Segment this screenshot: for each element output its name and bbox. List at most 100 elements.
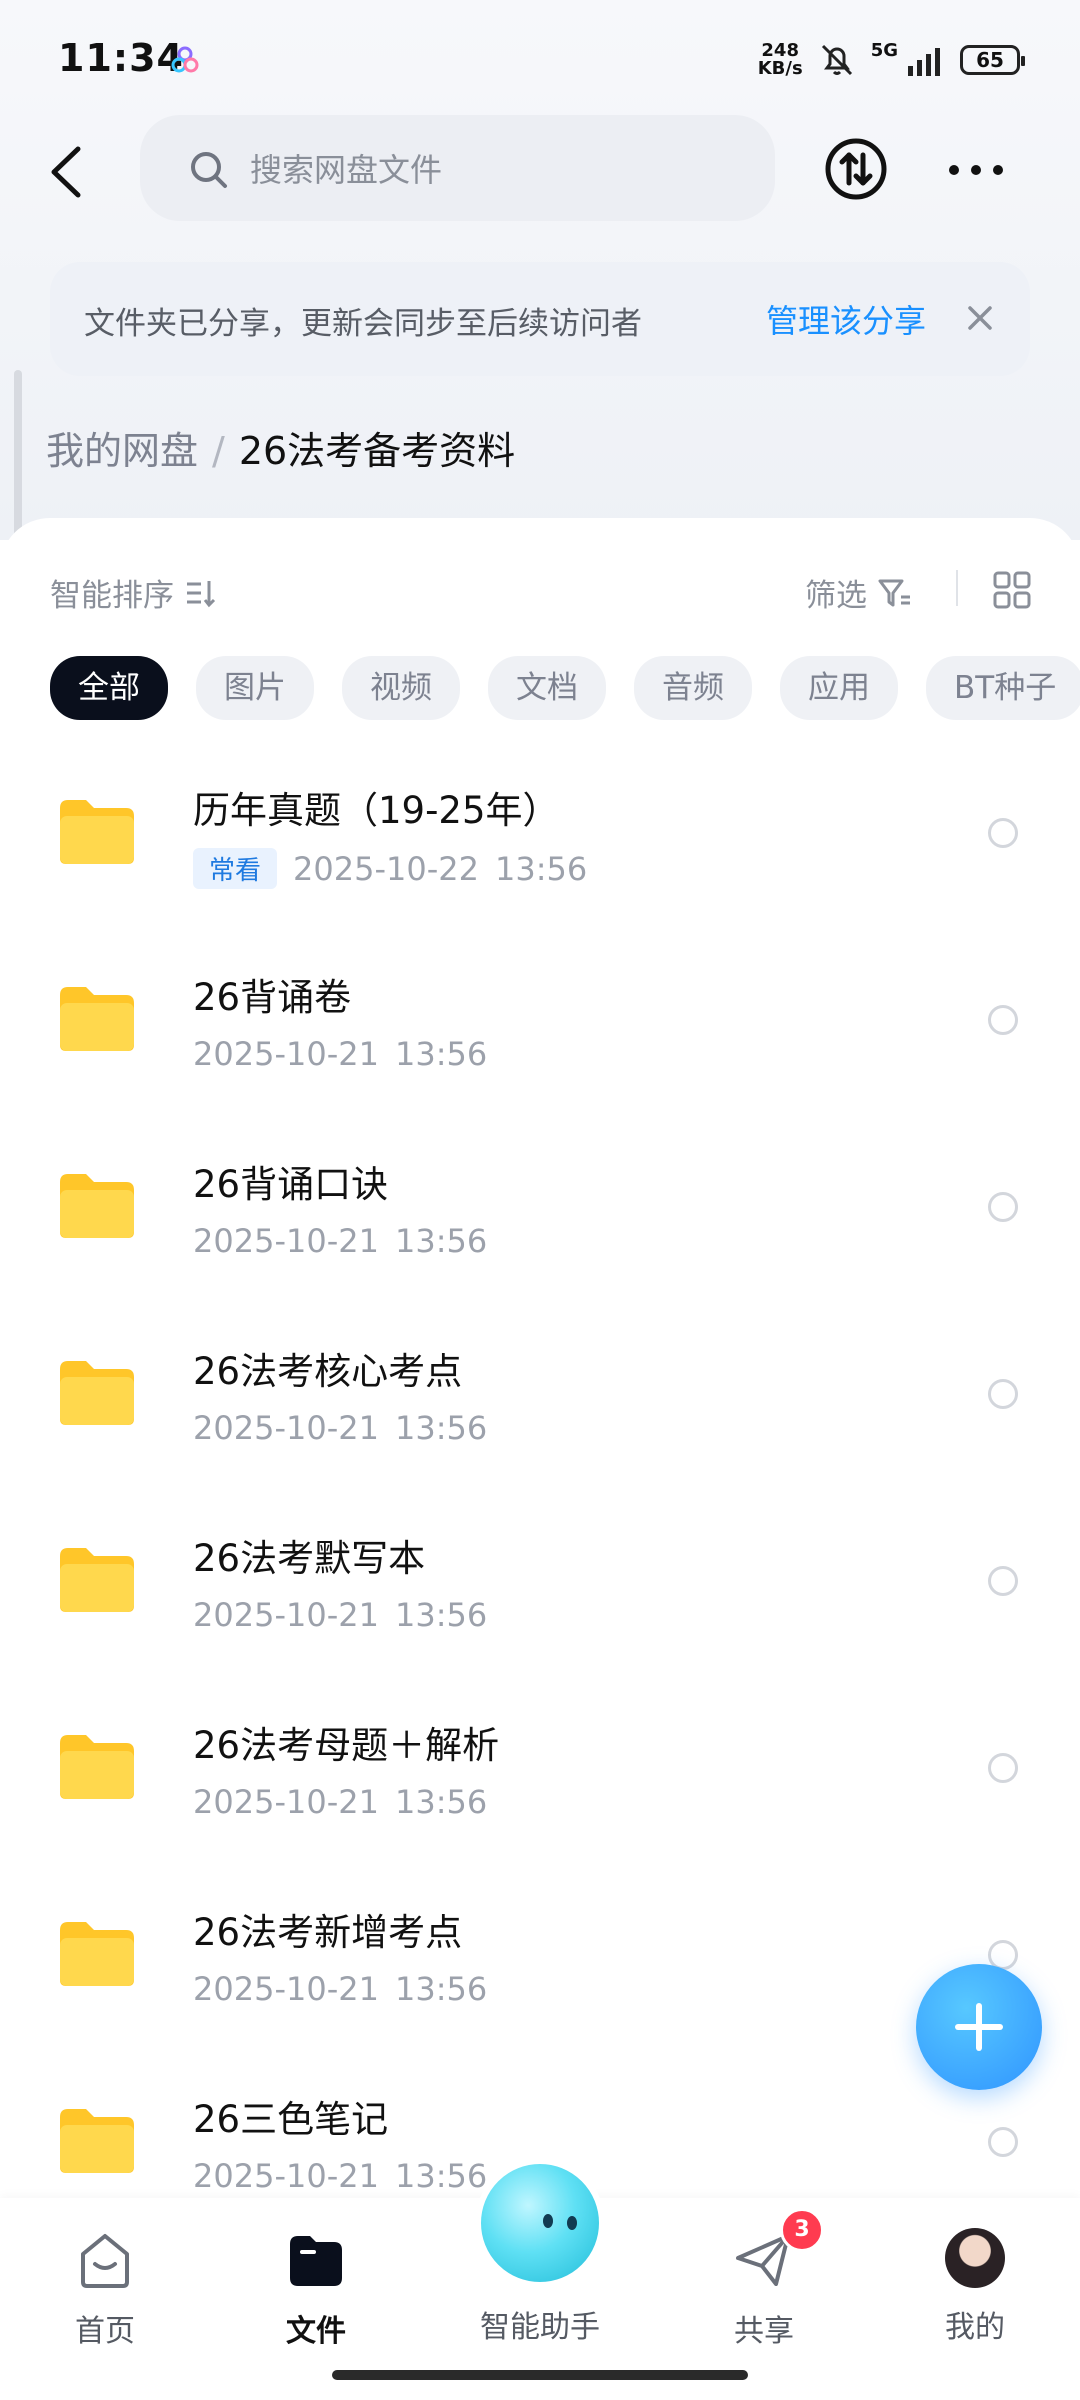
folder-icon <box>60 2109 134 2173</box>
file-row[interactable]: 26法考母题＋解析 2025-10-21 13:56 <box>0 1675 1080 1862</box>
network-type: 5G <box>870 40 898 61</box>
file-row[interactable]: 历年真题（19-25年） 常看 2025-10-22 13:56 <box>0 740 1080 927</box>
battery-indicator: 65 <box>960 45 1025 75</box>
add-button[interactable] <box>916 1964 1042 2090</box>
select-radio[interactable] <box>988 2127 1018 2157</box>
top-navigation: 搜索网盘文件 <box>0 115 1080 225</box>
file-date: 2025-10-21 <box>193 1970 379 2008</box>
search-bar[interactable]: 搜索网盘文件 <box>140 115 775 221</box>
filter-chip-audio[interactable]: 音频 <box>634 656 752 720</box>
folder-icon <box>60 1174 134 1238</box>
filter-label: 筛选 <box>805 578 867 614</box>
select-radio[interactable] <box>988 1005 1018 1035</box>
back-arrow-icon[interactable] <box>40 137 100 207</box>
sort-label: 智能排序 <box>50 578 174 614</box>
select-radio[interactable] <box>988 1192 1018 1222</box>
manage-share-link[interactable]: 管理该分享 <box>766 296 926 342</box>
select-radio[interactable] <box>988 1753 1018 1783</box>
file-name: 26法考新增考点 <box>193 1911 463 1954</box>
file-time: 13:56 <box>394 1222 488 1260</box>
assistant-orb-icon[interactable] <box>475 2158 605 2288</box>
search-icon <box>191 152 227 188</box>
file-date: 2025-10-22 <box>293 849 479 888</box>
breadcrumb-separator: / <box>212 429 225 473</box>
orb-eye <box>543 2214 553 2228</box>
file-time: 13:56 <box>394 1596 488 1634</box>
share-badge: 3 <box>780 2208 824 2252</box>
file-meta: 2025-10-21 13:56 <box>193 1409 487 1447</box>
filter-icon <box>878 579 910 606</box>
frequent-tag: 常看 <box>193 848 278 889</box>
grid-view-icon[interactable] <box>992 570 1032 610</box>
sort-button[interactable]: 智能排序 <box>50 570 218 615</box>
filter-chip-videos[interactable]: 视频 <box>342 656 460 720</box>
filter-chip-images[interactable]: 图片 <box>196 656 314 720</box>
file-time: 13:56 <box>394 1409 488 1447</box>
folder-icon <box>60 987 134 1051</box>
file-name: 26背诵口诀 <box>193 1163 389 1206</box>
folder-filled-icon <box>290 2236 342 2286</box>
file-row[interactable]: 26背诵口诀 2025-10-21 13:56 <box>0 1114 1080 1301</box>
file-time: 13:56 <box>394 1783 488 1821</box>
avatar <box>945 2228 1005 2288</box>
select-radio[interactable] <box>988 818 1018 848</box>
file-meta: 2025-10-21 13:56 <box>193 2157 487 2195</box>
file-meta: 2025-10-21 13:56 <box>193 1222 487 1260</box>
filter-chip-bt[interactable]: BT种子 <box>926 656 1080 720</box>
status-bar: 11:34 248 KB/s 5G 65 <box>0 0 1080 120</box>
file-date: 2025-10-21 <box>193 1596 379 1634</box>
tab-label: 首页 <box>75 2314 135 2349</box>
filter-chip-all[interactable]: 全部 <box>50 656 168 720</box>
net-speed: 248 KB/s <box>757 40 803 79</box>
file-date: 2025-10-21 <box>193 1222 379 1260</box>
sort-icon <box>187 580 216 607</box>
filter-chip-documents[interactable]: 文档 <box>488 656 606 720</box>
folder-icon <box>60 1548 134 1612</box>
file-name: 26法考母题＋解析 <box>193 1724 500 1767</box>
home-indicator[interactable] <box>332 2370 748 2380</box>
status-time: 11:34 <box>58 36 184 80</box>
app-notification-icon <box>171 46 199 73</box>
signal-icon <box>908 48 940 76</box>
tab-home[interactable]: 首页 <box>35 2228 175 2350</box>
orb-eye <box>567 2216 577 2230</box>
more-options-icon[interactable] <box>946 155 1006 185</box>
transfer-icon[interactable] <box>824 137 888 201</box>
filter-button[interactable]: 筛选 <box>805 570 913 615</box>
file-row[interactable]: 26背诵卷 2025-10-21 13:56 <box>0 927 1080 1114</box>
select-radio[interactable] <box>988 1566 1018 1596</box>
file-time: 13:56 <box>394 1970 488 2008</box>
file-meta: 2025-10-21 13:56 <box>193 1596 487 1634</box>
file-name: 26法考默写本 <box>193 1537 426 1580</box>
file-row[interactable]: 26法考默写本 2025-10-21 13:56 <box>0 1488 1080 1675</box>
file-type-filters: 全部 图片 视频 文档 音频 应用 BT种子 <box>50 656 1080 724</box>
share-notice-text: 文件夹已分享，更新会同步至后续访问者 <box>84 306 642 342</box>
file-row[interactable]: 26法考核心考点 2025-10-21 13:56 <box>0 1301 1080 1488</box>
select-radio[interactable] <box>988 1379 1018 1409</box>
close-icon[interactable] <box>962 300 998 336</box>
home-icon <box>81 2234 129 2288</box>
folder-icon <box>60 800 134 864</box>
folder-icon <box>60 1361 134 1425</box>
file-date: 2025-10-21 <box>193 1035 379 1073</box>
folder-icon <box>60 1922 134 1986</box>
file-meta: 2025-10-21 13:56 <box>193 1035 487 1073</box>
file-date: 2025-10-21 <box>193 1409 379 1447</box>
file-meta: 2025-10-21 13:56 <box>193 1783 487 1821</box>
search-input[interactable]: 搜索网盘文件 <box>250 145 442 191</box>
tab-me[interactable]: 我的 <box>905 2228 1045 2346</box>
file-date: 2025-10-21 <box>193 2157 379 2195</box>
tab-label: 共享 <box>734 2314 794 2349</box>
file-meta: 常看 2025-10-22 13:56 <box>193 848 587 889</box>
tab-label: 智能助手 <box>480 2310 600 2345</box>
file-name: 26法考核心考点 <box>193 1350 463 1393</box>
tab-files[interactable]: 文件 <box>246 2228 386 2350</box>
folder-icon <box>60 1735 134 1799</box>
breadcrumb-root[interactable]: 我的网盘 <box>46 429 198 473</box>
file-time: 13:56 <box>394 1035 488 1073</box>
filter-chip-apps[interactable]: 应用 <box>780 656 898 720</box>
file-time: 13:56 <box>394 2157 488 2195</box>
tab-label: 文件 <box>286 2314 346 2349</box>
tab-assistant[interactable]: 智能助手 <box>470 2302 610 2346</box>
toolbar-divider <box>956 570 958 606</box>
